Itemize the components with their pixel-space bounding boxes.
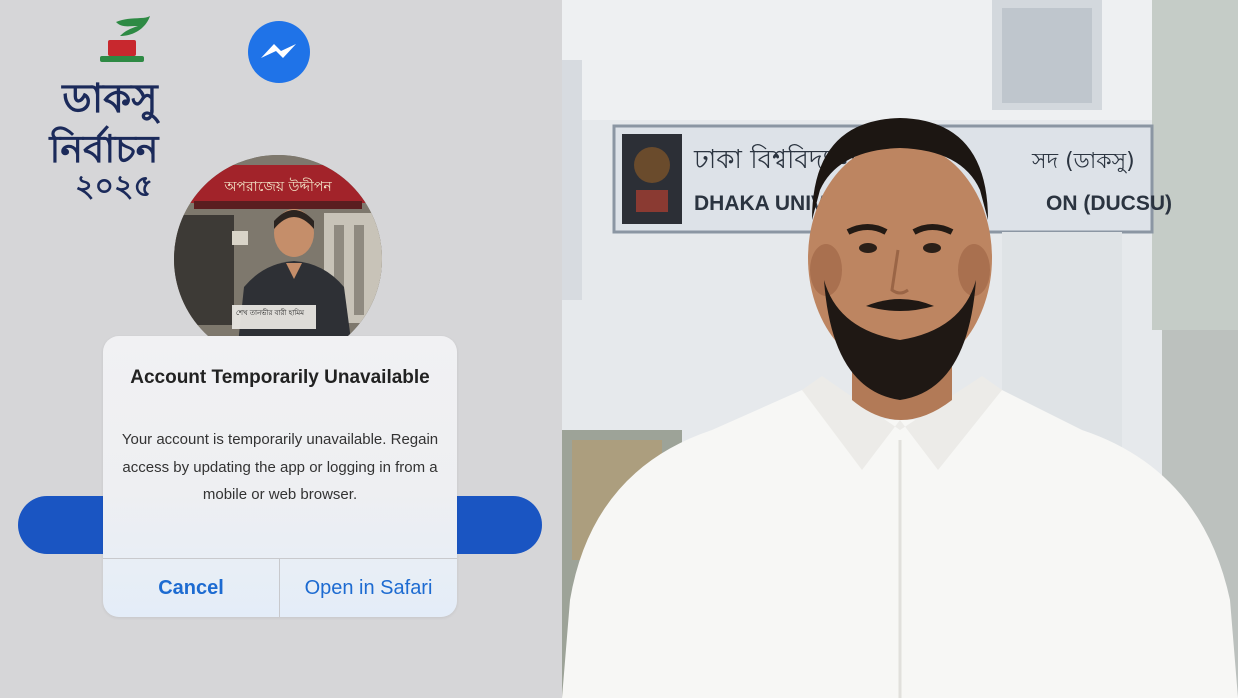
sign-english-right: ON (DUCSU) [1046,192,1172,215]
logo-line2: নির্বাচন [48,125,160,171]
alert-message: Your account is temporarily unavailable.… [121,431,439,503]
logo-year: ২০২৫ [75,169,153,204]
right-photo-panel: ঢাকা বিশ্ববিদ্যাল সদ (ডাকসু) DHAKA UNIVE… [562,0,1238,698]
avatar-caption: শেখ তানভীর বারী হামিম [236,308,304,317]
portrait-photo: ঢাকা বিশ্ববিদ্যাল সদ (ডাকসু) DHAKA UNIVE… [562,0,1238,698]
cancel-button[interactable]: Cancel [103,559,279,617]
avatar-photo: শেখ তানভীর বারী হামিম অপরাজেয় উদ্দীপন [174,155,382,363]
messenger-icon[interactable] [247,20,311,84]
ballot-box-icon [108,40,136,56]
account-unavailable-alert: Account Temporarily Unavailable Your acc… [103,336,457,617]
sign-bangla-right: সদ (ডাকসু) [1031,149,1135,174]
alert-title: Account Temporarily Unavailable [130,367,430,388]
leaf-icon [116,16,150,36]
profile-avatar: শেখ তানভীর বারী হামিম অপরাজেয় উদ্দীপন [174,155,382,363]
avatar-top-sign: অপরাজেয় উদ্দীপন [223,178,332,195]
ducsu-election-logo: ডাকসু নির্বাচন ২০২৫ [48,16,161,204]
left-panel: ডাকসু নির্বাচন ২০২৫ শেখ তানভীর বারী হামি… [0,0,562,698]
open-in-safari-button[interactable]: Open in Safari [280,559,457,617]
logo-line1: ডাকসু [60,76,160,124]
